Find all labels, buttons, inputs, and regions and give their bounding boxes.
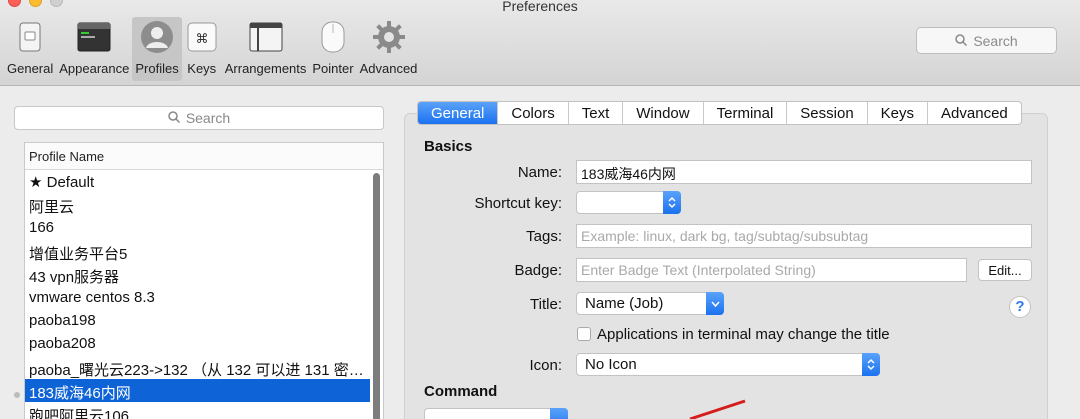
profile-item[interactable]: paoba_曙光云223->132 （从 132 可以进 131 密… [25,356,370,379]
toolbar-general[interactable]: General [4,17,56,81]
preferences-toolbar: General Appearance Profiles ⌘ Keys Arran… [4,17,420,81]
tags-field[interactable]: Example: linux, dark bg, tag/subtag/subs… [576,224,1032,248]
profile-item[interactable]: 跑吧阿里云106 [25,402,370,419]
search-icon [168,110,180,126]
badge-edit-button[interactable]: Edit... [978,259,1032,281]
mouse-icon [316,20,350,54]
profile-tabs: General Colors Text Window Terminal Sess… [417,101,1022,125]
tab-keys[interactable]: Keys [868,102,929,124]
icon-popup[interactable]: No Icon [576,353,880,376]
toolbar-search-field[interactable]: Search [916,27,1057,54]
profile-item[interactable]: 43 vpn服务器 [25,263,370,286]
toolbar-pointer[interactable]: Pointer [309,17,356,81]
badge-field[interactable]: Enter Badge Text (Interpolated String) [576,258,967,282]
toolbar-appearance[interactable]: Appearance [56,17,132,81]
icon-label: Icon: [529,357,562,374]
tags-label: Tags: [526,228,562,245]
title-change-checkbox-label: Applications in terminal may change the … [597,326,890,343]
tab-advanced[interactable]: Advanced [928,102,1021,124]
icon-popup-value: No Icon [585,356,637,373]
toolbar-profiles[interactable]: Profiles [132,17,182,81]
command-key-icon: ⌘ [185,20,219,54]
switch-icon [13,20,47,54]
tab-general[interactable]: General [418,102,499,124]
profile-list-header[interactable]: Profile Name [25,143,383,170]
command-popup[interactable] [424,408,568,419]
badge-label: Badge: [514,262,562,279]
terminal-window-icon [77,20,111,54]
profile-item-selected[interactable]: 183威海46内网 [25,378,370,402]
tab-text[interactable]: Text [569,102,624,124]
command-heading: Command [424,383,498,400]
profile-item[interactable]: ★ Default [25,170,370,193]
user-silhouette-icon [140,20,174,54]
search-placeholder: Search [185,110,231,126]
toolbar-arrangements[interactable]: Arrangements [222,17,310,81]
toolbar-advanced[interactable]: Advanced [357,17,421,81]
window-toolbar: Preferences General Appearance Profiles … [0,0,1080,86]
profile-item[interactable]: paoba198 [25,309,370,332]
profile-item[interactable]: paoba208 [25,332,370,355]
title-change-checkbox[interactable] [577,327,591,341]
profile-item[interactable]: 增值业务平台5 [25,240,370,263]
tab-colors[interactable]: Colors [498,102,569,124]
shortcut-key-label: Shortcut key: [474,195,562,212]
search-icon [955,33,968,49]
svg-text:⌘: ⌘ [195,32,208,47]
window-layout-icon [249,20,283,54]
profile-item[interactable]: vmware centos 8.3 [25,286,370,309]
shortcut-key-popup[interactable] [576,191,681,214]
profile-item[interactable]: 阿里云 [25,193,370,216]
gear-icon [372,20,406,54]
tab-window[interactable]: Window [623,102,704,124]
window-title: Preferences [502,0,578,14]
chevron-updown-icon [862,353,880,376]
help-button[interactable]: ? [1009,296,1031,318]
title-label: Title: [530,296,562,313]
search-placeholder: Search [973,32,1018,49]
tab-terminal[interactable]: Terminal [704,102,788,124]
chevron-updown-icon [663,191,681,214]
profile-list: Profile Name ★ Default 阿里云 166 增值业务平台5 4… [24,142,384,419]
name-field[interactable]: 183威海46内网 [576,160,1032,184]
profile-list-scrollbar[interactable] [373,173,380,419]
basics-heading: Basics [424,138,473,155]
chevron-updown-icon [550,408,568,419]
title-popup-value: Name (Job) [585,295,664,312]
toolbar-keys[interactable]: ⌘ Keys [182,17,222,81]
profile-item[interactable]: 166 [25,216,370,239]
tab-session[interactable]: Session [787,102,868,124]
pane-resize-handle[interactable] [14,392,20,398]
title-popup[interactable]: Name (Job) [576,292,724,315]
red-annotation-arrow [689,399,746,419]
chevron-down-icon [706,292,724,315]
profile-search-field[interactable]: Search [14,106,384,130]
name-label: Name: [517,164,562,181]
